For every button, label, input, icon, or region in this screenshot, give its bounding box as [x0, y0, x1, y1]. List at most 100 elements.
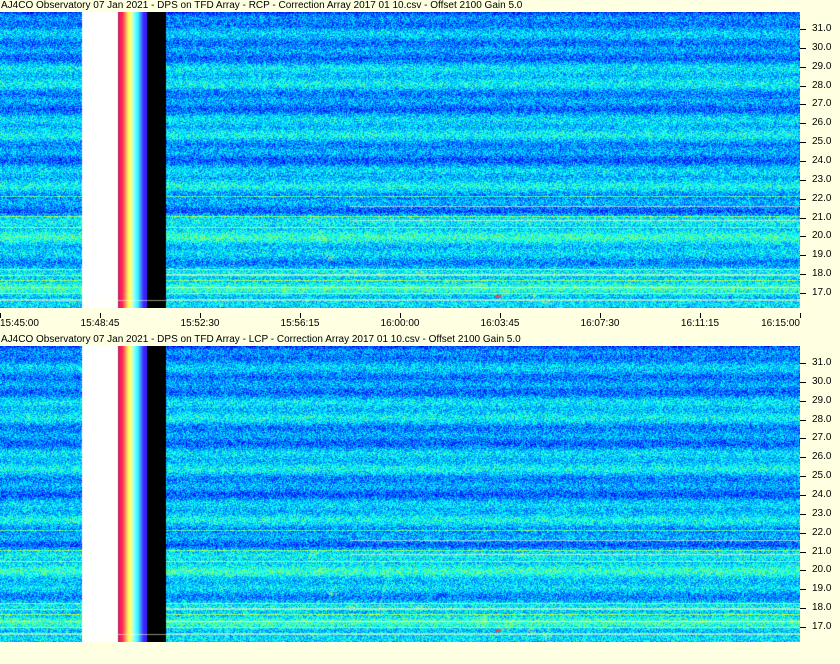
freq-tick-label: 20.0: [812, 564, 832, 576]
freq-tick: 20.0: [800, 564, 840, 576]
freq-tick-label: 27.0: [812, 98, 832, 110]
freq-tick-mark: [800, 66, 806, 68]
freq-tick-label: 28.0: [812, 413, 832, 425]
freq-tick-label: 29.0: [812, 60, 832, 72]
freq-tick: 22.0: [800, 193, 840, 205]
time-tick-label: 15:52:30: [180, 318, 220, 329]
freq-tick-mark: [800, 104, 806, 106]
freq-tick-label: 22.0: [812, 526, 832, 538]
freq-tick-mark: [800, 438, 806, 440]
freq-tick: 28.0: [800, 80, 840, 92]
freq-tick-mark: [800, 513, 806, 515]
freq-tick-label: 24.0: [812, 488, 832, 500]
freq-tick-label: 31.0: [812, 22, 832, 34]
rcp-title: AJ4CO Observatory 07 Jan 2021 - DPS on T…: [0, 0, 840, 12]
freq-tick-label: 20.0: [812, 230, 832, 242]
freq-tick: 20.0: [800, 230, 840, 242]
freq-tick-label: 23.0: [812, 507, 832, 519]
time-tick-mark: [800, 313, 801, 318]
freq-tick: 17.0: [800, 287, 840, 299]
freq-tick: 22.0: [800, 527, 840, 539]
time-tick-label: 16:03:45: [480, 318, 520, 329]
time-tick-label: 16:07:30: [580, 318, 620, 329]
freq-tick-label: 26.0: [812, 117, 832, 129]
freq-tick-mark: [800, 292, 806, 294]
freq-tick: 19.0: [800, 249, 840, 261]
freq-tick: 17.0: [800, 621, 840, 633]
lcp-spectrogram[interactable]: [0, 346, 800, 642]
freq-tick-label: 19.0: [812, 249, 832, 261]
freq-tick-label: 21.0: [812, 545, 832, 557]
freq-tick: 26.0: [800, 117, 840, 129]
freq-tick-mark: [800, 236, 806, 238]
freq-tick-mark: [800, 160, 806, 162]
time-tick-label: 15:48:45: [80, 318, 120, 329]
freq-tick-mark: [800, 47, 806, 49]
freq-tick: 30.0: [800, 42, 840, 54]
freq-tick-label: 29.0: [812, 394, 832, 406]
freq-tick-mark: [800, 198, 806, 200]
freq-tick: 21.0: [800, 212, 840, 224]
freq-tick: 28.0: [800, 414, 840, 426]
freq-tick-label: 18.0: [812, 268, 832, 280]
freq-tick: 26.0: [800, 451, 840, 463]
freq-tick-label: 24.0: [812, 154, 832, 166]
freq-tick: 21.0: [800, 546, 840, 558]
freq-tick-label: 17.0: [812, 620, 832, 632]
freq-tick: 27.0: [800, 432, 840, 444]
freq-tick-mark: [800, 142, 806, 144]
freq-tick-label: 23.0: [812, 173, 832, 185]
freq-tick: 18.0: [800, 268, 840, 280]
freq-tick: 31.0: [800, 23, 840, 35]
time-tick-label: 15:45:00: [0, 318, 39, 329]
freq-tick-mark: [800, 608, 806, 610]
time-axis: 15:45:00 15:48:45 15:52:30 15:56:15 16:00:00…: [0, 313, 840, 330]
freq-tick-label: 21.0: [812, 211, 832, 223]
time-tick-label: 16:15:00: [761, 318, 800, 329]
freq-tick-label: 18.0: [812, 602, 832, 614]
freq-tick-mark: [800, 381, 806, 383]
freq-tick-mark: [800, 419, 806, 421]
freq-tick-mark: [800, 532, 806, 534]
freq-tick-mark: [800, 494, 806, 496]
freq-tick-mark: [800, 28, 806, 30]
freq-tick-label: 22.0: [812, 192, 832, 204]
freq-tick-mark: [800, 85, 806, 87]
freq-tick: 23.0: [800, 174, 840, 186]
freq-tick-mark: [800, 457, 806, 459]
freq-tick-label: 19.0: [812, 583, 832, 595]
freq-tick: 19.0: [800, 583, 840, 595]
freq-tick-mark: [800, 476, 806, 478]
freq-tick-label: 30.0: [812, 375, 832, 387]
freq-tick-mark: [800, 362, 806, 364]
freq-tick: 25.0: [800, 470, 840, 482]
freq-tick-label: 30.0: [812, 41, 832, 53]
freq-tick: 29.0: [800, 61, 840, 73]
freq-tick-label: 25.0: [812, 470, 832, 482]
freq-tick-label: 31.0: [812, 356, 832, 368]
time-tick-label: 15:56:15: [280, 318, 320, 329]
freq-tick: 30.0: [800, 376, 840, 388]
freq-tick: 27.0: [800, 98, 840, 110]
freq-tick: 23.0: [800, 508, 840, 520]
freq-tick: 29.0: [800, 395, 840, 407]
freq-tick: 25.0: [800, 136, 840, 148]
lcp-frequency-axis: 31.0 30.0 29.0 28.0 27.0 26.0 25.0 24.0 23.0 22.0…: [800, 346, 840, 642]
freq-tick-mark: [800, 570, 806, 572]
rcp-spectrogram[interactable]: [0, 12, 800, 308]
rcp-frequency-axis: 31.0 30.0 29.0 28.0 27.0 26.0 25.0 24.0 23.0 22.0…: [800, 12, 840, 308]
freq-tick-label: 28.0: [812, 79, 832, 91]
time-tick-label: 16:11:15: [680, 318, 720, 329]
freq-tick-mark: [800, 626, 806, 628]
freq-tick-label: 27.0: [812, 432, 832, 444]
freq-tick-mark: [800, 551, 806, 553]
freq-tick: 24.0: [800, 489, 840, 501]
freq-tick-mark: [800, 217, 806, 219]
freq-tick-mark: [800, 274, 806, 276]
freq-tick-label: 26.0: [812, 451, 832, 463]
freq-tick: 31.0: [800, 357, 840, 369]
freq-tick: 18.0: [800, 602, 840, 614]
freq-tick-label: 17.0: [812, 286, 832, 298]
freq-tick-mark: [800, 255, 806, 257]
freq-tick-label: 25.0: [812, 136, 832, 148]
